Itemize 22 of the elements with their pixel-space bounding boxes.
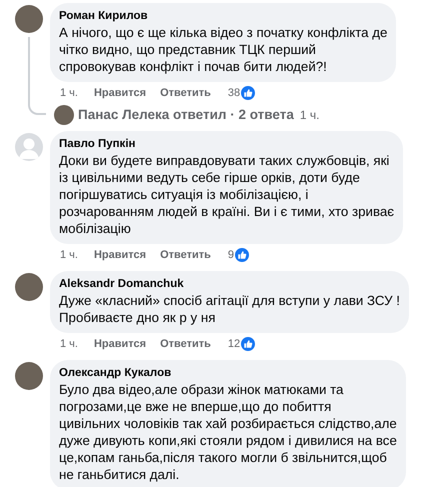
author-name[interactable]: Павло Пупкін (59, 137, 394, 152)
timestamp: 1 ч. (60, 86, 78, 101)
reaction-count: 38 (228, 86, 240, 101)
comment-text: А нічого, що є ще кілька відео з початку конфлікта де чітко видно, що представник ТЦК перший спровокував конфлікт і почав бити людей?! (59, 24, 388, 75)
author-name[interactable]: Aleksandr Domanchuk (59, 277, 400, 292)
reply-link[interactable]: Ответить (160, 247, 211, 264)
timestamp: 1 ч. (60, 248, 78, 263)
like-link[interactable]: Нравится (94, 336, 146, 352)
like-link[interactable]: Нравится (94, 84, 146, 102)
author-name[interactable]: Роман Кирилов (59, 9, 388, 24)
like-link[interactable]: Нравится (94, 247, 146, 264)
author-name[interactable]: Олександр Кукалов (59, 366, 397, 382)
reply-link[interactable]: Ответить (160, 84, 211, 102)
reaction-count: 9 (228, 248, 234, 263)
replies-link[interactable]: Панас Лелека ответил · 2 ответа (78, 105, 294, 126)
comment-text: Дуже «класний» спосіб агітації для вступи у лави ЗСУ ! Пробиваєте дно як р у ня (59, 292, 400, 326)
timestamp: 1 ч. (300, 107, 320, 124)
comment-text: Доки ви будете виправдовувати таких службовців, які із цивільними ведуть себе гірше орків, доти буде погіршуватись ситуація із мобілізацією, і розчарованням людей в країні. Ви і є тими, хто зриває мобілізацію (59, 152, 394, 238)
comment-text: Було два відео,але образи жінок матюками та погрозами,це вже не вперше,що до побиття цивільних чоловіків так хай розбирається слідство,але дуже дивують копи,які стояли рядом і дивилися на все це,копам ганьба,після такого могли б звільнится,щоб не ганьбитися далі. (59, 381, 397, 484)
reaction-count: 12 (228, 337, 240, 352)
reply-link[interactable]: Ответить (160, 336, 211, 352)
timestamp: 1 ч. (60, 337, 78, 352)
